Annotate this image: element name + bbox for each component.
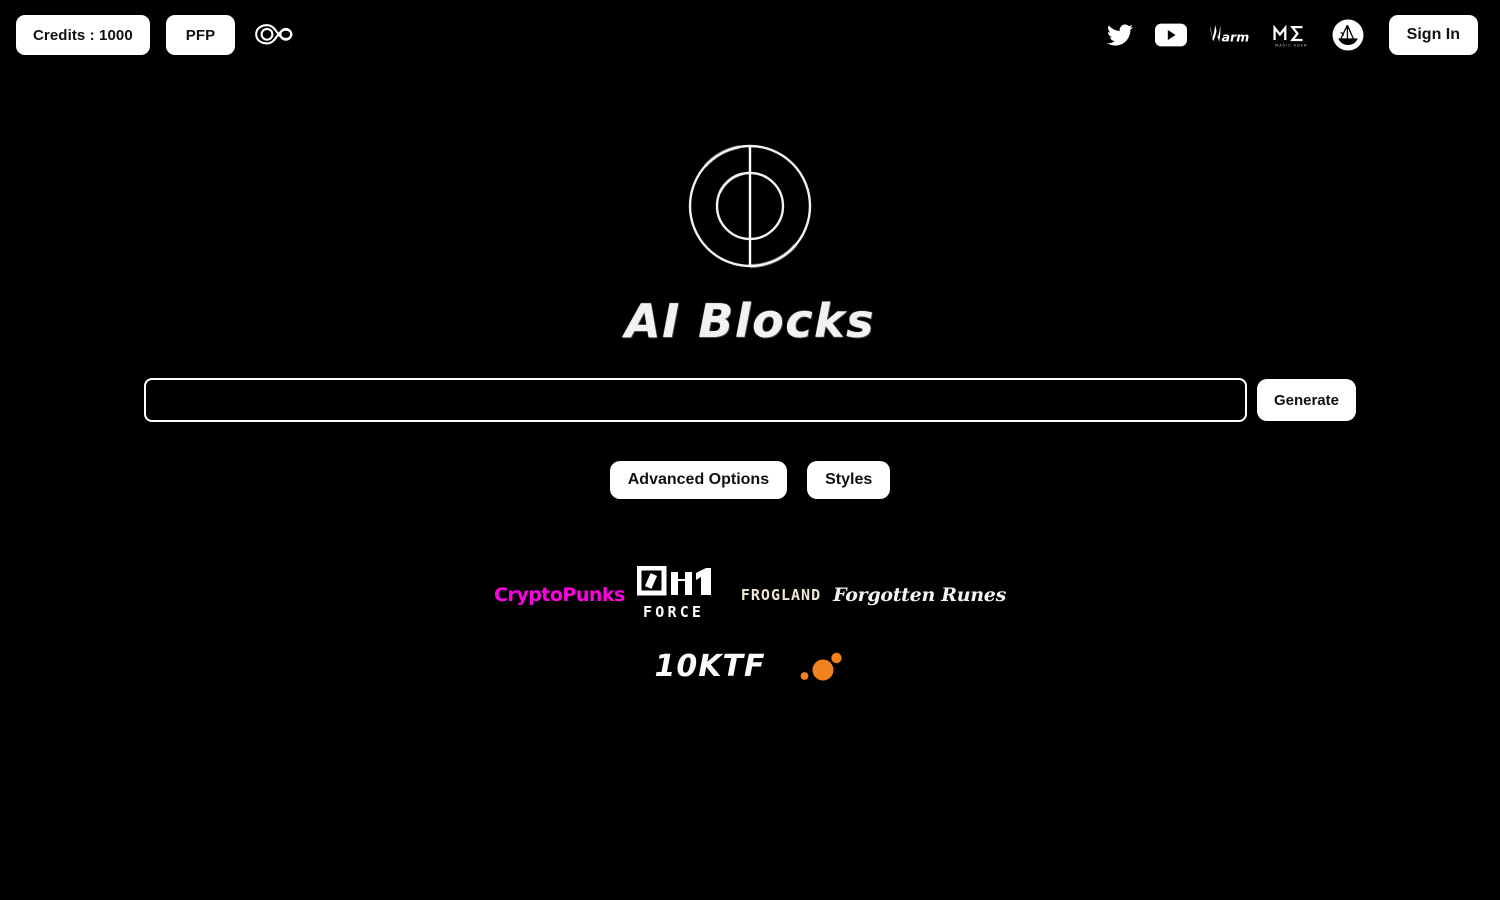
- options-row: Advanced Options Styles: [0, 461, 1500, 499]
- partner-logo-row-1: CryptoPunks FORCE FROGLAND Forgotten Run…: [494, 565, 1006, 625]
- page-title: AI Blocks: [625, 294, 875, 348]
- prompt-row: Generate: [144, 378, 1356, 422]
- generate-button[interactable]: Generate: [1256, 379, 1356, 421]
- 0n1-force-sublabel: FORCE: [643, 603, 704, 621]
- orange-dots-logo[interactable]: [799, 643, 845, 689]
- 10ktf-logo[interactable]: 10KTF: [655, 643, 766, 689]
- frogland-logo[interactable]: FROGLAND: [741, 565, 821, 625]
- ai-blocks-circle-logo: [687, 143, 813, 269]
- partner-logo-row-2: 10KTF: [655, 643, 846, 689]
- styles-button[interactable]: Styles: [807, 461, 891, 499]
- hero-section: AI Blocks: [0, 0, 1500, 352]
- cryptopunks-logo[interactable]: CryptoPunks: [494, 565, 625, 625]
- forgotten-runes-logo[interactable]: Forgotten Runes: [833, 565, 1006, 625]
- prompt-input[interactable]: [144, 378, 1247, 422]
- advanced-options-button[interactable]: Advanced Options: [609, 461, 788, 499]
- 0n1-force-logo[interactable]: FORCE: [636, 565, 729, 625]
- partner-logos: CryptoPunks FORCE FROGLAND Forgotten Run…: [0, 565, 1500, 689]
